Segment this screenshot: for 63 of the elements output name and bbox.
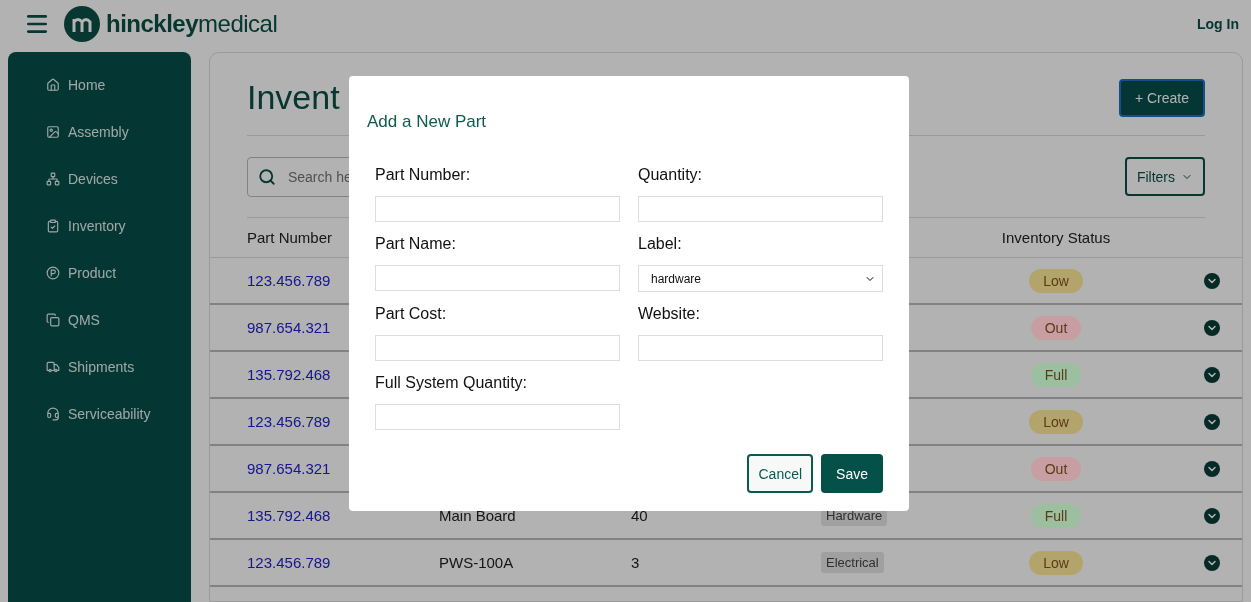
- status-badge: Full: [1030, 362, 1082, 387]
- sidebar-item[interactable]: Serviceability: [46, 403, 191, 425]
- field-label: Part Name:: [375, 235, 457, 253]
- sidebar-item[interactable]: Home: [46, 74, 191, 96]
- column-header: Part Number: [247, 229, 333, 246]
- login-link[interactable]: Log In: [1197, 16, 1239, 32]
- part-name-cell-text: Main Board: [439, 507, 517, 524]
- status-badge: Low: [1029, 409, 1083, 434]
- expand-icon[interactable]: [1204, 507, 1220, 524]
- part-number-link[interactable]: 123.456.789: [247, 554, 439, 571]
- field-label: Website:: [638, 305, 701, 323]
- label-tag: Electrical: [821, 552, 884, 573]
- clipboard-icon: [46, 219, 60, 233]
- expand-icon[interactable]: [1204, 460, 1220, 477]
- part-name-cell-text: PWS-100A: [439, 554, 515, 571]
- logo-icon: [64, 6, 100, 42]
- sidebar-item[interactable]: Shipments: [46, 356, 191, 378]
- field-label: Quantity:: [638, 166, 704, 184]
- cancel-button[interactable]: Cancel: [747, 454, 814, 493]
- image-icon: [46, 125, 60, 139]
- sidebar-item[interactable]: Inventory: [46, 215, 191, 237]
- column-header: Inventory Status: [1001, 229, 1111, 246]
- status-badge: Out: [1030, 456, 1082, 481]
- label-dropdown[interactable]: hardware: [638, 265, 883, 292]
- brand-name: hinckleymedical: [106, 10, 278, 38]
- expand-icon[interactable]: [1204, 319, 1220, 336]
- create-button[interactable]: + Create: [1118, 79, 1205, 117]
- input-field[interactable]: [638, 196, 883, 222]
- input-field[interactable]: [375, 335, 620, 361]
- copy-icon: [46, 313, 60, 327]
- sidebar-item[interactable]: Devices: [46, 168, 191, 190]
- save-button[interactable]: Save: [821, 454, 883, 493]
- input-field[interactable]: [375, 404, 620, 430]
- status-badge: Full: [1030, 503, 1082, 528]
- sidebar-item[interactable]: QMS: [46, 309, 191, 331]
- input-field[interactable]: [375, 196, 620, 222]
- input-field[interactable]: [375, 265, 620, 291]
- modal-title: Add a New Part: [367, 112, 488, 132]
- quantity-cell-text: 40: [631, 507, 649, 524]
- expand-icon[interactable]: [1204, 366, 1220, 383]
- expand-icon[interactable]: [1204, 554, 1220, 571]
- page-title: Invent: [247, 77, 340, 117]
- sidebar-item[interactable]: Assembly: [46, 121, 191, 143]
- input-field[interactable]: [638, 335, 883, 361]
- expand-icon[interactable]: [1204, 413, 1220, 430]
- truck-icon: [46, 360, 60, 374]
- parking-icon: [46, 266, 60, 280]
- status-badge: Low: [1029, 550, 1083, 575]
- quantity-cell-text: 3: [631, 554, 641, 571]
- expand-icon[interactable]: [1204, 272, 1220, 289]
- sidebar-item[interactable]: Product: [46, 262, 191, 284]
- network-icon: [46, 172, 60, 186]
- field-label: Full System Quantity:: [375, 374, 529, 392]
- headset-icon: [46, 407, 60, 421]
- status-badge: Low: [1029, 268, 1083, 293]
- part-number-link[interactable]: 135.792.468: [247, 507, 439, 524]
- home-icon: [46, 78, 60, 92]
- field-label: Part Cost:: [375, 305, 448, 323]
- search-icon: [258, 166, 276, 187]
- filters-button[interactable]: Filters: [1124, 157, 1205, 196]
- field-label: Label:: [638, 235, 683, 253]
- field-label: Part Number:: [375, 166, 472, 184]
- status-badge: Out: [1030, 315, 1082, 340]
